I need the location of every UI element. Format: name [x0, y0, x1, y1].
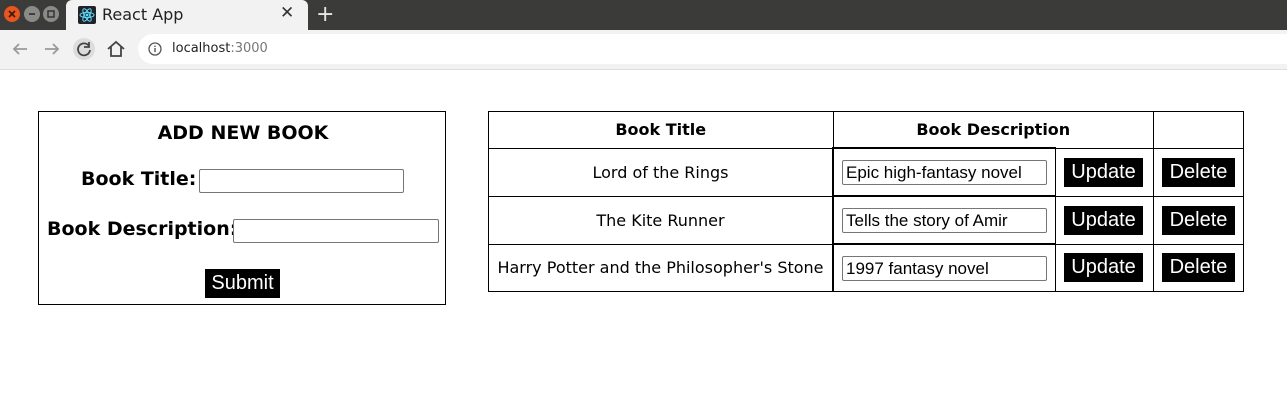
update-button[interactable]: Update	[1064, 205, 1143, 235]
window-minimize-button[interactable]	[24, 6, 40, 22]
minimize-icon	[29, 13, 35, 15]
book-description-edit-input[interactable]: 1997 fantasy novel	[842, 255, 1047, 281]
delete-button[interactable]: Delete	[1162, 253, 1235, 283]
react-logo-icon	[78, 6, 96, 24]
header-book-description: Book Description	[832, 111, 1154, 149]
book-description-cell: Tells the story of Amir	[832, 195, 1056, 245]
book-description-label: Book Description:	[47, 218, 238, 240]
maximize-icon	[47, 10, 55, 18]
update-cell: Update	[1055, 243, 1154, 292]
table-row: Lord of the Rings Epic high-fantasy nove…	[488, 147, 1244, 197]
delete-cell: Delete	[1153, 147, 1244, 197]
window-close-button[interactable]	[4, 6, 20, 22]
back-button[interactable]	[8, 37, 32, 61]
book-title-cell: Harry Potter and the Philosopher's Stone	[488, 243, 834, 292]
info-icon[interactable]	[148, 42, 162, 56]
book-description-cell: 1997 fantasy novel	[832, 243, 1056, 292]
delete-button[interactable]: Delete	[1162, 157, 1235, 187]
forward-button[interactable]	[40, 37, 64, 61]
table-header-row: Book Title Book Description	[488, 111, 1244, 149]
book-description-edit-input[interactable]: Epic high-fantasy novel	[842, 159, 1047, 185]
book-title-cell: The Kite Runner	[488, 195, 834, 245]
reload-button[interactable]	[72, 37, 96, 61]
browser-titlebar: React App ✕ +	[0, 0, 1287, 30]
book-description-edit-input[interactable]: Tells the story of Amir	[842, 207, 1047, 233]
update-cell: Update	[1055, 147, 1154, 197]
update-button[interactable]: Update	[1064, 253, 1143, 283]
header-book-title: Book Title	[488, 111, 834, 149]
home-button[interactable]	[104, 37, 128, 61]
book-title-label: Book Title:	[81, 168, 197, 190]
book-title-input[interactable]	[199, 169, 404, 193]
url-host: localhost	[172, 41, 231, 56]
delete-button[interactable]: Delete	[1162, 205, 1235, 235]
delete-cell: Delete	[1153, 243, 1244, 292]
update-button[interactable]: Update	[1064, 157, 1143, 187]
books-table: Book Title Book Description Lord of the …	[488, 111, 1244, 292]
address-bar[interactable]: localhost:3000	[138, 34, 1287, 64]
new-tab-button[interactable]: +	[316, 2, 334, 27]
submit-button[interactable]: Submit	[205, 269, 280, 298]
form-heading: ADD NEW BOOK	[157, 122, 329, 144]
delete-cell: Delete	[1153, 195, 1244, 245]
window-maximize-button[interactable]	[43, 6, 59, 22]
update-cell: Update	[1055, 195, 1154, 245]
close-icon	[8, 10, 16, 18]
book-description-cell: Epic high-fantasy novel	[832, 147, 1056, 197]
url-text[interactable]: localhost:3000	[172, 41, 268, 56]
url-port: :3000	[230, 41, 268, 56]
table-row: The Kite Runner Tells the story of Amir …	[488, 195, 1244, 245]
browser-tab[interactable]: React App ✕	[66, 0, 308, 30]
book-description-input[interactable]	[233, 219, 439, 243]
book-title-cell: Lord of the Rings	[488, 147, 834, 197]
add-book-form: ADD NEW BOOK Book Title: Book Descriptio…	[38, 111, 446, 305]
header-actions	[1153, 111, 1244, 149]
table-row: Harry Potter and the Philosopher's Stone…	[488, 243, 1244, 292]
tab-close-icon[interactable]: ✕	[280, 3, 294, 23]
browser-toolbar: localhost:3000	[0, 30, 1287, 70]
tab-title: React App	[102, 5, 184, 24]
